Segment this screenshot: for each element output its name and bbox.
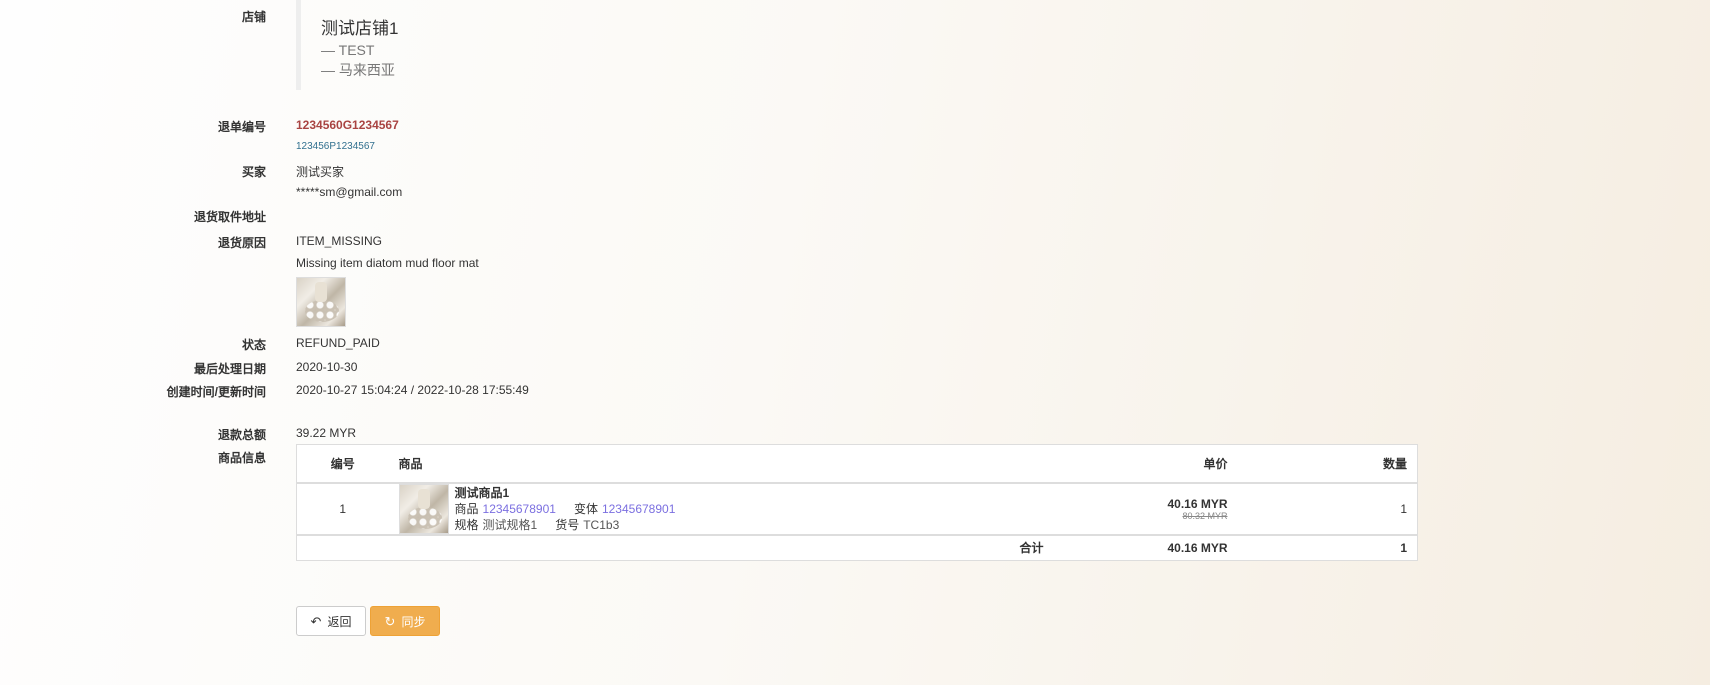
return-reason-code: ITEM_MISSING: [296, 234, 383, 248]
created-updated: 2020-10-27 15:04:24 / 2022-10-28 17:55:4…: [296, 383, 529, 397]
sync-button[interactable]: ↻ 同步: [370, 606, 440, 636]
table-footer-row: 合计 40.16 MYR 1: [297, 535, 1418, 561]
buyer-name: 测试买家: [296, 165, 345, 179]
shop-blockquote: 测试店铺1 — TEST — 马来西亚: [296, 0, 398, 90]
refund-total-label: 退款总额: [217, 428, 266, 442]
return-reason-label: 退货原因: [217, 236, 266, 250]
buyer-email: *****sm@gmail.com: [296, 185, 403, 199]
sku-label: 货号: [555, 517, 580, 532]
row-price: 40.16 MYR 80.32 MYR: [1053, 482, 1238, 536]
header-no: 编号: [296, 444, 389, 484]
product-thumbnail[interactable]: [398, 483, 449, 534]
variant-label: 变体: [573, 501, 598, 516]
row-no: 1: [296, 482, 389, 536]
header-goods: 商品: [388, 444, 1054, 484]
table-header-row: 编号 商品 单价 数量: [296, 444, 1418, 484]
return-reason-image-wrap[interactable]: [296, 277, 346, 327]
spec-label: 规格: [454, 517, 479, 532]
row-goods: 测试商品1 商品 12345678901 变体 12345678901 规格 测试规格1…: [388, 482, 1054, 536]
status-value: REFUND_PAID: [296, 336, 380, 350]
return-reason-text: Missing item diatom mud floor mat: [296, 256, 479, 270]
variant-id-link[interactable]: 12345678901: [602, 502, 675, 516]
status-label: 状态: [241, 338, 266, 352]
product-table: 编号 商品 单价 数量 1 测试商品1 商品 12345678901 变体 12345…: [296, 444, 1418, 561]
footer-qty: 1: [1400, 540, 1407, 555]
back-button[interactable]: ↶ 返回: [296, 606, 366, 636]
refresh-icon: ↻: [384, 613, 396, 629]
created-updated-label: 创建时间/更新时间: [166, 385, 266, 399]
last-process-date: 2020-10-30: [296, 360, 358, 374]
row-qty: 1: [1237, 482, 1418, 536]
return-address-label: 退货取件地址: [193, 210, 266, 224]
back-button-label: 返回: [327, 614, 352, 629]
buyer-label: 买家: [241, 165, 266, 179]
shop-label: 店铺: [241, 10, 266, 24]
shop-account: — TEST: [321, 42, 375, 58]
return-reason-image[interactable]: [296, 277, 346, 327]
shop-region: — 马来西亚: [321, 62, 395, 78]
header-qty: 数量: [1237, 444, 1418, 484]
footer-label: 合计: [1019, 541, 1044, 556]
order-no: 123456P1234567: [296, 141, 375, 152]
product-info-label: 商品信息: [217, 451, 266, 465]
refund-total: 39.22 MYR: [296, 426, 357, 440]
spec-value: 测试规格1: [482, 517, 538, 532]
return-no: 1234560G1234567: [296, 118, 399, 132]
shop-name: 测试店铺1: [321, 19, 399, 38]
item-label: 商品: [454, 501, 479, 516]
item-id-link[interactable]: 12345678901: [483, 502, 556, 516]
price: 40.16 MYR: [1167, 496, 1228, 511]
original-price: 80.32 MYR: [1182, 510, 1228, 521]
product-title: 测试商品1: [454, 485, 510, 500]
return-no-label: 退单编号: [217, 120, 266, 134]
sku-value: TC1b3: [583, 517, 620, 532]
sync-button-label: 同步: [401, 614, 426, 629]
header-price: 单价: [1053, 444, 1238, 484]
reply-icon: ↶: [310, 613, 322, 629]
last-process-date-label: 最后处理日期: [193, 362, 266, 376]
table-row: 1 测试商品1 商品 12345678901 变体 12345678901 规格 测试规…: [296, 482, 1418, 536]
footer-price: 40.16 MYR: [1167, 540, 1228, 555]
